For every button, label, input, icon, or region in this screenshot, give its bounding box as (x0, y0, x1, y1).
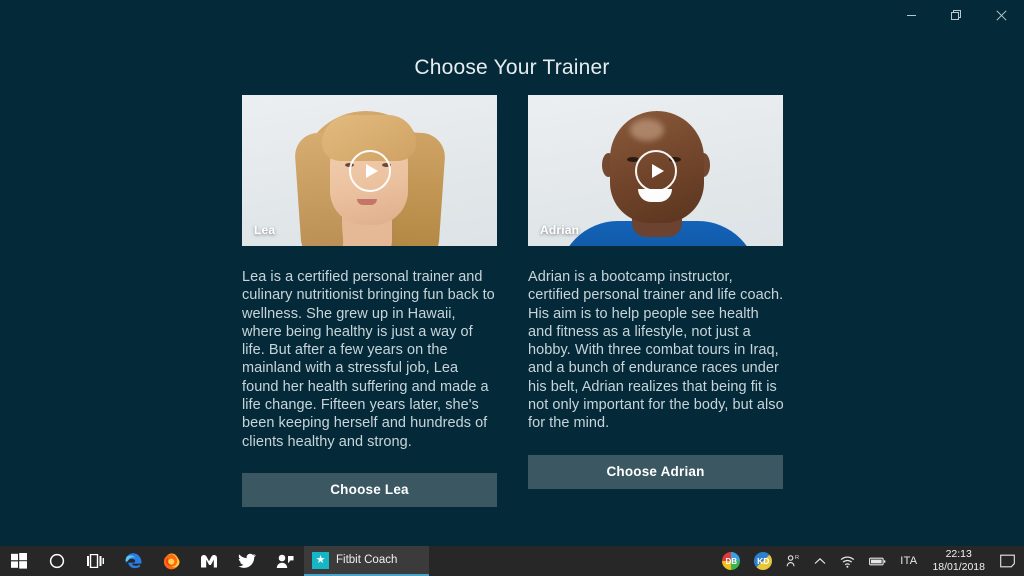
wifi-icon[interactable] (833, 546, 862, 576)
trainer-video-thumbnail-lea[interactable]: Lea (242, 95, 497, 246)
edge-icon[interactable] (114, 546, 152, 576)
star-icon: ★ (312, 551, 329, 569)
choose-adrian-button[interactable]: Choose Adrian (528, 454, 783, 489)
cortana-icon[interactable] (38, 546, 76, 576)
svg-text:R: R (795, 555, 799, 561)
people-icon[interactable] (266, 546, 304, 576)
title-bar (0, 0, 1024, 30)
minimize-button[interactable] (889, 0, 934, 30)
tray-kd-icon[interactable]: KD (747, 546, 779, 576)
trainer-media-label: Lea (254, 223, 276, 237)
chevron-up-icon[interactable] (807, 546, 833, 576)
system-tray: DB KD R ITA 22:13 18/01/2018 (715, 546, 1024, 576)
taskbar-app-label: Fitbit Coach (336, 554, 398, 566)
restore-button[interactable] (934, 0, 979, 30)
choose-lea-button[interactable]: Choose Lea (242, 472, 497, 507)
trainer-video-thumbnail-adrian[interactable]: Adrian (528, 95, 783, 246)
clock-date: 18/01/2018 (932, 561, 985, 573)
trainer-card-lea: Lea Lea is a certified personal trainer … (242, 95, 497, 507)
twitter-icon[interactable] (228, 546, 266, 576)
trainer-card-list: Lea Lea is a certified personal trainer … (242, 95, 784, 507)
taskbar: ★ Fitbit Coach DB KD R ITA 22:13 18/01/2… (0, 546, 1024, 576)
tray-db-label: DB (725, 556, 738, 566)
language-indicator[interactable]: ITA (893, 546, 924, 576)
task-view-icon[interactable] (76, 546, 114, 576)
clock[interactable]: 22:13 18/01/2018 (924, 546, 993, 576)
remote-person-icon[interactable]: R (779, 546, 807, 576)
play-icon[interactable] (348, 149, 391, 192)
close-button[interactable] (979, 0, 1024, 30)
trainer-description: Lea is a certified personal trainer and … (242, 269, 495, 450)
tray-kd-label: KD (754, 552, 773, 570)
play-icon[interactable] (634, 149, 677, 192)
tray-db-icon[interactable]: DB (715, 546, 747, 576)
trainer-media-label: Adrian (540, 223, 580, 237)
firefox-icon[interactable] (152, 546, 190, 576)
action-center-icon[interactable] (993, 546, 1022, 576)
start-button[interactable] (0, 546, 38, 576)
taskbar-app-fitbit-coach[interactable]: ★ Fitbit Coach (304, 546, 429, 576)
page-title: Choose Your Trainer (414, 56, 610, 79)
clock-time: 22:13 (945, 548, 972, 560)
battery-icon[interactable] (862, 546, 893, 576)
taskbar-spacer (429, 546, 715, 576)
app-m-icon[interactable] (190, 546, 228, 576)
trainer-card-adrian: Adrian Adrian is a bootcamp instructor, … (528, 95, 784, 507)
taskbar-pinned-items (0, 546, 304, 576)
app-window: Choose Your Trainer Lea Lea is a certifi… (0, 0, 1024, 546)
trainer-description: Adrian is a bootcamp instructor, certifi… (528, 269, 784, 432)
